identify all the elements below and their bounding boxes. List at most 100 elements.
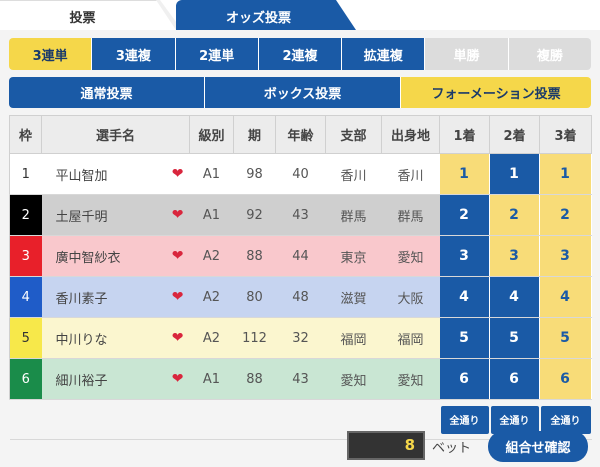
- pick-toggle[interactable]: 6: [489, 359, 540, 399]
- racer-name: 中川りな: [55, 332, 108, 348]
- frame-number: 5: [9, 317, 42, 359]
- heart-icon[interactable]: ❤: [172, 166, 184, 182]
- heart-icon[interactable]: ❤: [172, 207, 184, 223]
- racer-origin: 福岡: [381, 317, 440, 359]
- table-row: 5 中川りな ❤ A2 112 32 福岡 福岡 5 5 5: [9, 317, 592, 359]
- frame-number: 3: [9, 235, 42, 277]
- racer-name: 細川裕子: [55, 373, 108, 389]
- pick-toggle[interactable]: 4: [439, 277, 490, 317]
- vote-method-button[interactable]: 通常投票: [9, 77, 205, 108]
- pick-toggle[interactable]: 1: [539, 154, 592, 194]
- racer-term: 88: [233, 235, 276, 277]
- pick-cell-1: 2: [439, 194, 490, 236]
- table-row: 1 平山智加 ❤ A1 98 40 香川 香川 1 1 1: [9, 153, 592, 195]
- pick-toggle[interactable]: 1: [439, 154, 490, 194]
- racer-grade: A2: [189, 317, 234, 359]
- table-header-row: 枠選手名 級別期年齢 支部 出身地 1着 2着 3着: [9, 115, 592, 154]
- pick-toggle[interactable]: 4: [539, 277, 592, 317]
- pick-toggle[interactable]: 5: [439, 318, 490, 358]
- racer-name-cell: 香川素子 ❤: [41, 276, 190, 318]
- column-header: 出身地: [381, 115, 440, 154]
- racer-name-cell: 細川裕子 ❤: [41, 358, 190, 400]
- racer-origin: 大阪: [381, 276, 440, 318]
- bet-count: 8: [347, 431, 425, 460]
- racer-name: 平山智加: [55, 168, 108, 184]
- column-header: 級別: [189, 115, 234, 154]
- pick-toggle[interactable]: 6: [439, 359, 490, 399]
- vote-method-button[interactable]: フォーメーション投票: [401, 77, 591, 108]
- column-header: 1着: [439, 115, 490, 154]
- bet-type-selector: 3連単 3連複 2連単 2連複 拡連複 単勝 複勝: [9, 38, 591, 70]
- tab-odds[interactable]: オッズ投票: [176, 0, 356, 30]
- top-tabs: 投票 オッズ投票: [0, 0, 600, 30]
- racer-grade: A1: [189, 194, 234, 236]
- racer-age: 32: [275, 317, 326, 359]
- pick-toggle[interactable]: 1: [489, 154, 540, 194]
- all-combinations-button[interactable]: 全通り: [440, 405, 489, 434]
- all-combinations-button[interactable]: 全通り: [490, 405, 539, 434]
- racer-origin: 愛知: [381, 358, 440, 400]
- heart-icon[interactable]: ❤: [172, 248, 184, 264]
- pick-toggle[interactable]: 6: [539, 359, 592, 399]
- racer-term: 112: [233, 317, 276, 359]
- racer-term: 80: [233, 276, 276, 318]
- racer-name: 廣中智紗衣: [55, 250, 121, 266]
- pick-cell-2: 4: [489, 276, 540, 318]
- tab-vote[interactable]: 投票: [0, 0, 182, 30]
- column-header: 支部: [325, 115, 382, 154]
- pick-toggle[interactable]: 2: [489, 195, 540, 235]
- pick-cell-3: 4: [539, 276, 592, 318]
- pick-toggle[interactable]: 2: [439, 195, 490, 235]
- pick-toggle[interactable]: 4: [489, 277, 540, 317]
- racer-age: 40: [275, 153, 326, 195]
- pick-cell-1: 6: [439, 358, 490, 400]
- racer-grade: A1: [189, 153, 234, 195]
- pick-cell-1: 4: [439, 276, 490, 318]
- racer-name-cell: 廣中智紗衣 ❤: [41, 235, 190, 277]
- all-combinations-button[interactable]: 全通り: [540, 405, 591, 434]
- racer-branch: 滋賀: [325, 276, 382, 318]
- combination-confirm-button[interactable]: 組合せ確認: [488, 431, 588, 462]
- bet-type-button[interactable]: 2連単: [175, 38, 259, 70]
- blank-cell: [189, 399, 234, 440]
- heart-icon[interactable]: ❤: [172, 330, 184, 346]
- blank-cell: [9, 399, 42, 440]
- pick-cell-3: 1: [539, 153, 592, 195]
- racer-name: 土屋千明: [55, 209, 108, 225]
- vote-method-button[interactable]: ボックス投票: [205, 77, 401, 108]
- pick-cell-2: 3: [489, 235, 540, 277]
- frame-number: 4: [9, 276, 42, 318]
- vote-panel: 3連単 3連複 2連単 2連複 拡連複 単勝 複勝 通常投票 ボックス投票 フォーメーション投票…: [0, 30, 600, 467]
- blank-cell: [275, 399, 326, 440]
- column-header: 2着: [489, 115, 540, 154]
- pick-toggle[interactable]: 2: [539, 195, 592, 235]
- bet-type-button[interactable]: 3連複: [92, 38, 176, 70]
- pick-toggle[interactable]: 3: [439, 236, 490, 276]
- bet-type-button[interactable]: 2連複: [258, 38, 343, 70]
- pick-toggle[interactable]: 5: [489, 318, 540, 358]
- pick-toggle[interactable]: 3: [489, 236, 540, 276]
- table-body: 1 平山智加 ❤ A1 98 40 香川 香川 1 1 1 2 土屋千明 ❤ A1 92 43 群馬 群馬 2 2 2 3 廣…: [9, 153, 592, 440]
- racer-name-cell: 土屋千明 ❤: [41, 194, 190, 236]
- tab-vote-label: 投票: [69, 11, 96, 26]
- pick-toggle[interactable]: 3: [539, 236, 592, 276]
- pick-toggle[interactable]: 5: [539, 318, 592, 358]
- racer-grade: A2: [189, 276, 234, 318]
- racer-age: 43: [275, 358, 326, 400]
- pick-cell-1: 3: [439, 235, 490, 277]
- tab-odds-label: オッズ投票: [225, 11, 291, 26]
- column-header: 枠: [9, 115, 42, 154]
- blank-cell: [233, 399, 276, 440]
- racer-age: 43: [275, 194, 326, 236]
- pick-cell-2: 2: [489, 194, 540, 236]
- racer-grade: A2: [189, 235, 234, 277]
- column-header: 年齢: [275, 115, 326, 154]
- bet-type-button[interactable]: 拡連複: [342, 38, 426, 70]
- heart-icon[interactable]: ❤: [172, 289, 184, 305]
- bet-type-button: 単勝: [425, 38, 509, 70]
- racer-origin: 群馬: [381, 194, 440, 236]
- heart-icon[interactable]: ❤: [172, 371, 184, 387]
- racer-name-cell: 平山智加 ❤: [41, 153, 190, 195]
- bet-type-button[interactable]: 3連単: [9, 38, 93, 70]
- racer-branch: 東京: [325, 235, 382, 277]
